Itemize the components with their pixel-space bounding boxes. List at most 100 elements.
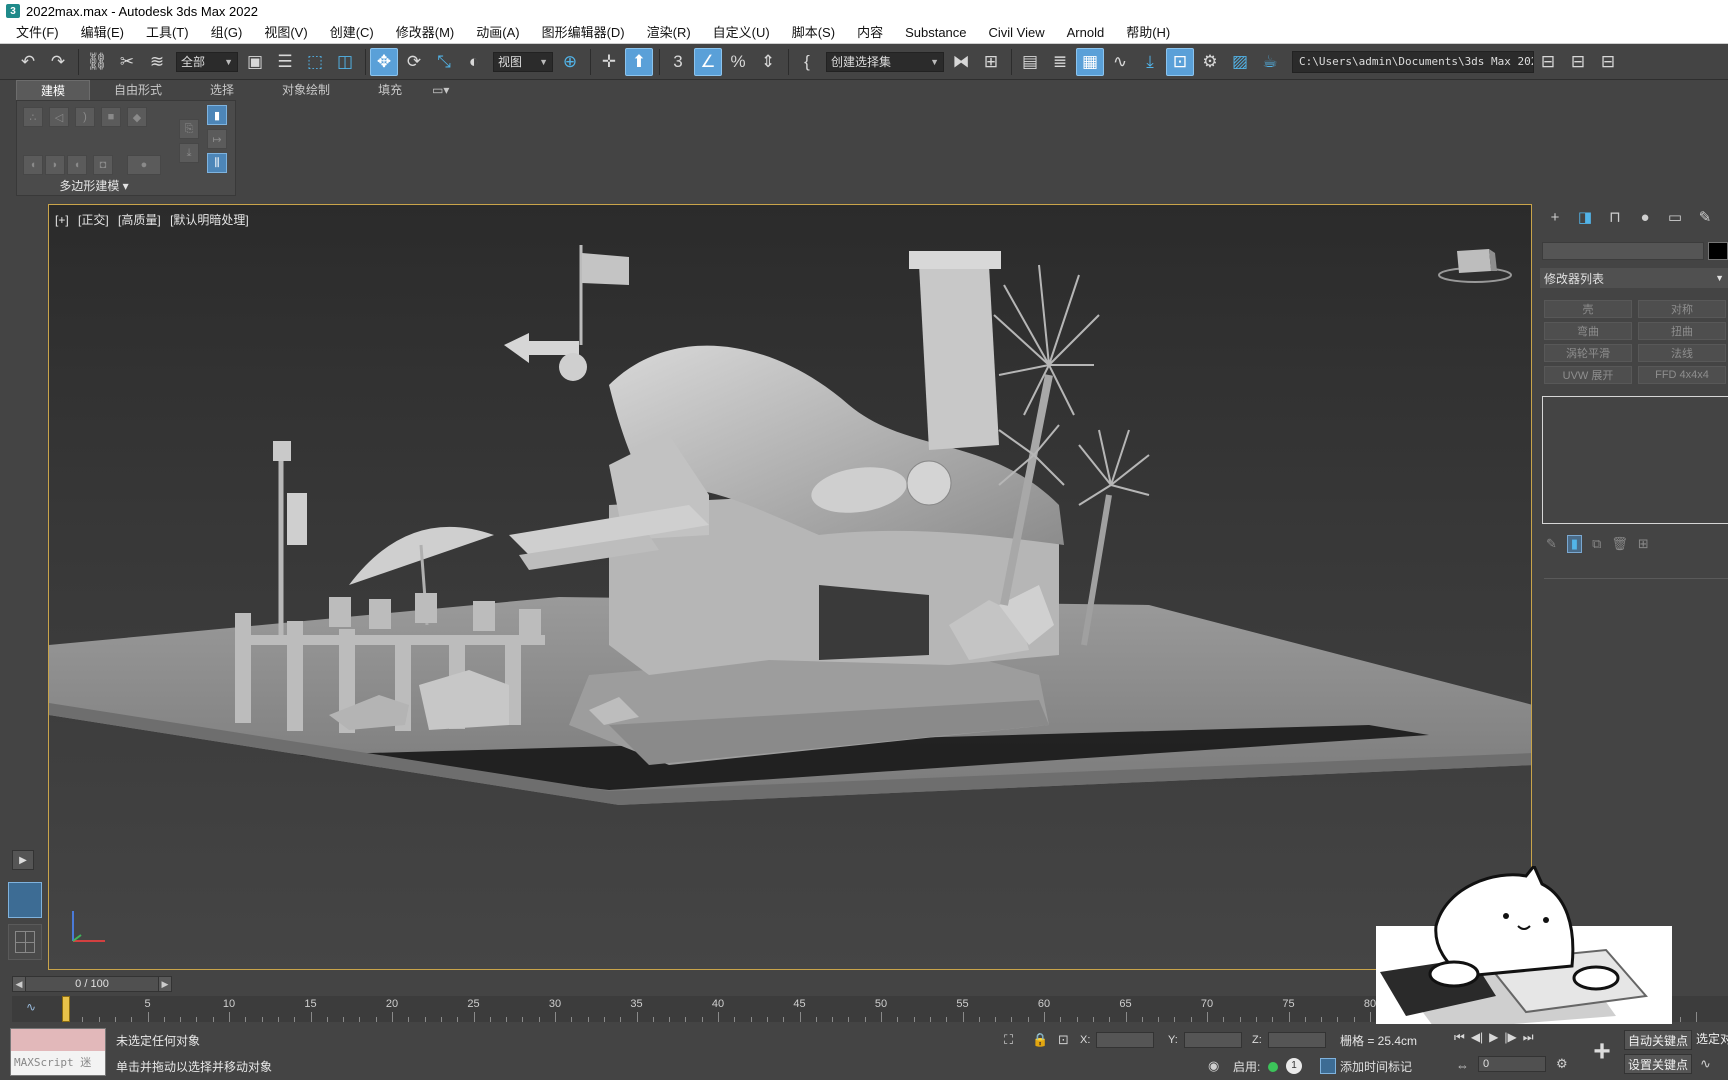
- workspace-icon-3[interactable]: ⊟: [1594, 48, 1622, 76]
- move-icon[interactable]: ✥: [370, 47, 398, 76]
- ribbon-panel-label[interactable]: 多边形建模 ▾: [17, 177, 171, 195]
- viewport-shading[interactable]: [默认明暗处理]: [170, 213, 249, 227]
- polygon-icon[interactable]: ■: [101, 107, 121, 127]
- current-frame-marker[interactable]: [62, 996, 70, 1022]
- go-to-end-icon[interactable]: ⏭: [1523, 1030, 1534, 1045]
- next-frame-arrow-icon[interactable]: ▶: [158, 976, 172, 992]
- link-icon[interactable]: ⛓: [83, 48, 111, 76]
- workspace-icon-2[interactable]: ⊟: [1564, 48, 1592, 76]
- element-icon[interactable]: ◆: [127, 107, 147, 127]
- render-setup-icon[interactable]: ⚙: [1196, 48, 1224, 76]
- undo-icon[interactable]: ↶: [14, 48, 42, 76]
- mini-curve-editor-icon[interactable]: ∿: [26, 1000, 36, 1014]
- expand-arrow-icon[interactable]: ▶: [12, 850, 34, 870]
- menu-content[interactable]: 内容: [846, 22, 894, 44]
- snap-3d-icon[interactable]: 3: [664, 48, 692, 76]
- hierarchy-icon[interactable]: ⊓: [1600, 205, 1630, 229]
- z-field[interactable]: [1267, 1032, 1326, 1048]
- selected-dropdown[interactable]: 选定对: [1696, 1030, 1728, 1050]
- modifier-uvw-unwrap-button[interactable]: UVW 展开: [1544, 366, 1632, 384]
- redo-icon[interactable]: ↷: [44, 48, 72, 76]
- modifier-list-dropdown[interactable]: 修改器列表 ▼: [1540, 268, 1728, 288]
- menu-substance[interactable]: Substance: [894, 22, 977, 44]
- ribbon-options-icon[interactable]: ▭▾: [426, 80, 455, 100]
- modifier-normal-button[interactable]: 法线: [1638, 344, 1726, 362]
- tab-selection[interactable]: 选择: [186, 80, 258, 100]
- modifier-ffd-button[interactable]: FFD 4x4x4: [1638, 366, 1726, 384]
- curve-editor-icon[interactable]: ∿: [1106, 48, 1134, 76]
- remove-modifier-icon[interactable]: 🗑: [1611, 536, 1628, 552]
- tab-populate[interactable]: 填充: [354, 80, 426, 100]
- border-icon[interactable]: ): [75, 107, 95, 127]
- lock-selection-icon[interactable]: 🔒: [1032, 1032, 1048, 1048]
- time-slider[interactable]: ◀ 0 / 100 ▶: [12, 976, 172, 992]
- pin-stack-icon[interactable]: ✎: [1546, 536, 1557, 552]
- play-icon[interactable]: ▶: [1489, 1030, 1498, 1045]
- modify-mode-icon[interactable]: ⎘: [179, 119, 199, 139]
- menu-create[interactable]: 创建(C): [319, 22, 385, 44]
- modify-icon[interactable]: ◨: [1570, 205, 1600, 229]
- viewcube[interactable]: [1435, 241, 1515, 285]
- auto-key-button[interactable]: 自动关键点: [1624, 1030, 1692, 1050]
- scene-explorer-icon[interactable]: ▤: [1016, 48, 1044, 76]
- mirror-icon[interactable]: ⧓: [947, 48, 975, 76]
- tab-freeform[interactable]: 自由形式: [90, 80, 186, 100]
- collapse-icon[interactable]: ⤓: [179, 143, 199, 163]
- utilities-icon[interactable]: ✎: [1690, 205, 1720, 229]
- preview-icon[interactable]: ●: [127, 155, 161, 175]
- configure-sets-icon[interactable]: ⊞: [1638, 536, 1649, 552]
- vertex-icon[interactable]: ∴: [23, 107, 43, 127]
- project-path-dropdown[interactable]: C:\Users\admin\Documents\3ds Max 2022▼: [1292, 50, 1534, 73]
- modifier-bend-button[interactable]: 弯曲: [1544, 322, 1632, 340]
- menu-scripting[interactable]: 脚本(S): [781, 22, 846, 44]
- time-slider-field[interactable]: 0 / 100: [26, 976, 158, 992]
- key-filters-icon[interactable]: ∿: [1700, 1056, 1711, 1072]
- spinner-snap-icon[interactable]: ⇕: [754, 48, 782, 76]
- workspace-icon-1[interactable]: ⊟: [1534, 48, 1562, 76]
- edge-icon[interactable]: ◁: [49, 107, 69, 127]
- keyboard-shortcut-icon[interactable]: ✛: [595, 48, 623, 76]
- ignore-backfacing-icon[interactable]: ⫼: [207, 153, 227, 173]
- select-object-icon[interactable]: ▣: [241, 48, 269, 76]
- pivot-icon[interactable]: ⊕: [556, 48, 584, 76]
- x-field[interactable]: [1096, 1032, 1155, 1048]
- show-end-result-icon[interactable]: ▮: [1566, 535, 1583, 553]
- set-key-plus-icon[interactable]: +: [1584, 1032, 1620, 1072]
- shrink-icon[interactable]: ◗: [45, 155, 65, 175]
- menu-rendering[interactable]: 渲染(R): [636, 22, 702, 44]
- time-config-icon[interactable]: ⚙: [1556, 1056, 1568, 1072]
- go-to-start-icon[interactable]: ⏮: [1454, 1030, 1465, 1045]
- modifier-twist-button[interactable]: 扭曲: [1638, 322, 1726, 340]
- perspective-viewport[interactable]: [+] [正交] [高质量] [默认明暗处理]: [48, 204, 1532, 970]
- selection-filter-dropdown[interactable]: 全部 ▼: [176, 51, 238, 72]
- named-selection-dropdown[interactable]: 创建选择集 ▼: [826, 51, 944, 72]
- viewport-menu-plus[interactable]: [+]: [55, 213, 69, 227]
- modifier-turbosmooth-button[interactable]: 涡轮平滑: [1544, 344, 1632, 362]
- menu-customize[interactable]: 自定义(U): [702, 22, 781, 44]
- schematic-view-icon[interactable]: ⤓: [1136, 48, 1164, 76]
- menu-tools[interactable]: 工具(T): [135, 22, 200, 44]
- absolute-mode-icon[interactable]: ⊡: [1058, 1032, 1069, 1048]
- viewport-quality[interactable]: [高质量]: [118, 213, 161, 227]
- next-frame-icon[interactable]: |▶: [1504, 1030, 1516, 1045]
- adaptive-degradation-icon[interactable]: ◉: [1208, 1058, 1219, 1074]
- menu-graph-editors[interactable]: 图形编辑器(D): [531, 22, 636, 44]
- window-crossing-icon[interactable]: ◫: [331, 48, 359, 76]
- object-name-field[interactable]: [1542, 242, 1704, 260]
- isolate-selection-icon[interactable]: ⛶: [1004, 1032, 1013, 1048]
- use-soft-selection-icon[interactable]: ↦: [207, 129, 227, 149]
- time-tag-icon[interactable]: [1320, 1058, 1336, 1074]
- ring-icon[interactable]: ◘: [93, 155, 113, 175]
- menu-civil-view[interactable]: Civil View: [978, 22, 1056, 44]
- viewport-label[interactable]: [+] [正交] [高质量] [默认明暗处理]: [55, 211, 255, 228]
- key-mode-icon[interactable]: ⇔: [1456, 1058, 1469, 1073]
- object-color-swatch[interactable]: [1708, 242, 1728, 260]
- layer-explorer-icon[interactable]: ≣: [1046, 48, 1074, 76]
- bind-spacewarp-icon[interactable]: ≋: [143, 48, 171, 76]
- maxscript-listener[interactable]: MAXScript 迷: [10, 1028, 106, 1076]
- grow-icon[interactable]: ◖: [23, 155, 43, 175]
- tab-object-paint[interactable]: 对象绘制: [258, 80, 354, 100]
- make-unique-icon[interactable]: ⧉: [1592, 536, 1601, 552]
- edit-named-sel-icon[interactable]: {: [793, 48, 821, 76]
- modifier-shell-button[interactable]: 壳: [1544, 300, 1632, 318]
